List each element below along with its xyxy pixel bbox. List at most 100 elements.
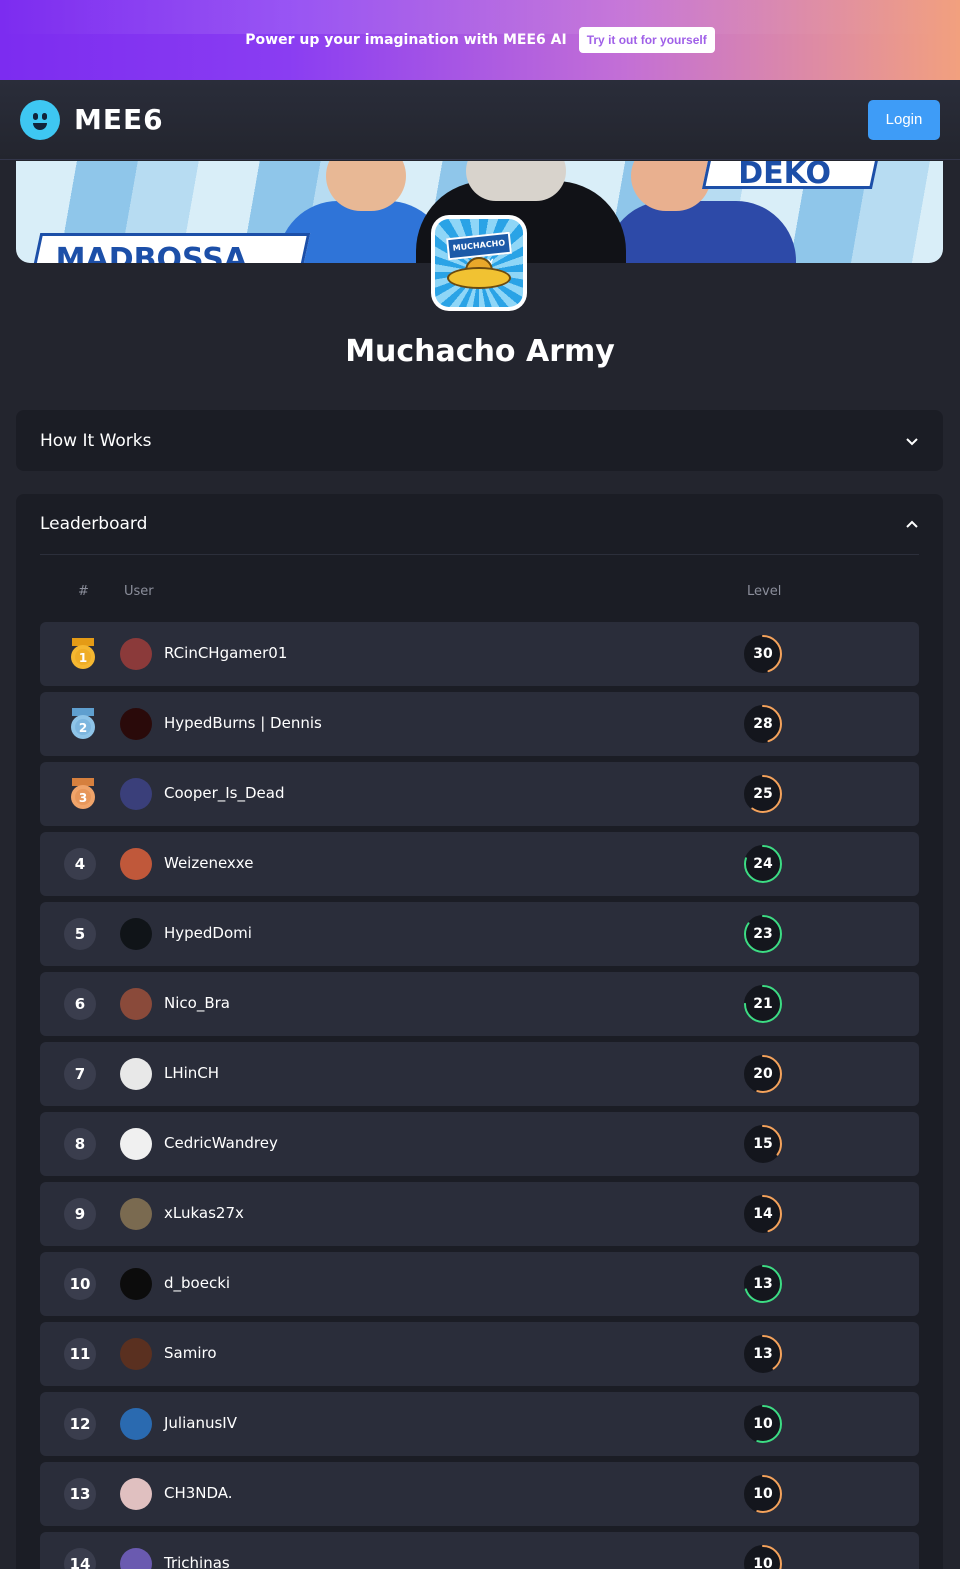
how-it-works-panel[interactable]: How It Works <box>16 410 943 471</box>
level-badge: 20 <box>743 1054 783 1094</box>
username[interactable]: JulianusIV <box>164 1414 237 1432</box>
username[interactable]: Nico_Bra <box>164 994 230 1012</box>
level-badge: 24 <box>743 844 783 884</box>
level-value: 21 <box>753 996 773 1012</box>
level-badge: 25 <box>743 774 783 814</box>
leaderboard-row[interactable]: 7 LHinCH 20 <box>40 1042 919 1106</box>
leaderboard-panel: Leaderboard # User Level 1 RCinCHgamer01 3… <box>16 494 943 1569</box>
rank-badge: 12 <box>64 1408 96 1440</box>
rank-badge: 8 <box>64 1128 96 1160</box>
level-value: 15 <box>753 1136 773 1152</box>
medal-rank: 2 <box>79 721 87 735</box>
rank-badge: 4 <box>64 848 96 880</box>
leaderboard-row[interactable]: 4 Weizenexxe 24 <box>40 832 919 896</box>
rank-badge: 11 <box>64 1338 96 1370</box>
server-icon-label: MUCHACHO ARMY <box>446 231 512 269</box>
login-button[interactable]: Login <box>868 99 940 140</box>
rank-badge: 10 <box>64 1268 96 1300</box>
leaderboard-row[interactable]: 1 RCinCHgamer01 30 <box>40 622 919 686</box>
leaderboard-row[interactable]: 14 Trichinas 10 <box>40 1532 919 1569</box>
leaderboard-row[interactable]: 8 CedricWandrey 15 <box>40 1112 919 1176</box>
username[interactable]: Samiro <box>164 1344 217 1362</box>
user-avatar[interactable] <box>120 778 152 810</box>
server-name: Muchacho Army <box>345 334 615 369</box>
leaderboard-row[interactable]: 12 JulianusIV 10 <box>40 1392 919 1456</box>
mee6-logo-icon <box>20 99 60 140</box>
try-it-button[interactable]: Try it out for yourself <box>578 27 715 53</box>
username[interactable]: Cooper_Is_Dead <box>164 784 284 802</box>
user-avatar[interactable] <box>120 1408 152 1440</box>
level-value: 24 <box>753 856 773 872</box>
level-badge: 21 <box>743 984 783 1024</box>
user-avatar[interactable] <box>120 1338 152 1370</box>
gold-medal-icon: 1 <box>69 638 97 670</box>
level-badge: 10 <box>743 1474 783 1514</box>
column-user: User <box>124 584 154 599</box>
user-avatar[interactable] <box>120 848 152 880</box>
level-value: 13 <box>753 1346 773 1362</box>
medal-rank: 3 <box>79 791 87 805</box>
leaderboard-row[interactable]: 3 Cooper_Is_Dead 25 <box>40 762 919 826</box>
rank-badge: 7 <box>64 1058 96 1090</box>
silver-medal-icon: 2 <box>69 708 97 740</box>
leaderboard-row[interactable]: 10 d_boecki 13 <box>40 1252 919 1316</box>
bronze-medal-icon: 3 <box>69 778 97 810</box>
user-avatar[interactable] <box>120 988 152 1020</box>
username[interactable]: d_boecki <box>164 1274 230 1292</box>
brand[interactable]: MEE6 <box>20 99 164 140</box>
leaderboard-row[interactable]: 6 Nico_Bra 21 <box>40 972 919 1036</box>
username[interactable]: CH3NDA. <box>164 1484 233 1502</box>
level-value: 23 <box>753 926 773 942</box>
username[interactable]: xLukas27x <box>164 1204 244 1222</box>
leaderboard-row[interactable]: 9 xLukas27x 14 <box>40 1182 919 1246</box>
user-avatar[interactable] <box>120 1058 152 1090</box>
level-badge: 10 <box>743 1544 783 1569</box>
leaderboard-row[interactable]: 2 HypedBurns | Dennis 28 <box>40 692 919 756</box>
level-value: 20 <box>753 1066 773 1082</box>
user-avatar[interactable] <box>120 1478 152 1510</box>
user-avatar[interactable] <box>120 638 152 670</box>
user-avatar[interactable] <box>120 1268 152 1300</box>
leaderboard-columns: # User Level <box>40 580 919 604</box>
user-avatar[interactable] <box>120 918 152 950</box>
how-it-works-title: How It Works <box>40 430 152 451</box>
user-avatar[interactable] <box>120 708 152 740</box>
leaderboard-row[interactable]: 13 CH3NDA. 10 <box>40 1462 919 1526</box>
rank-badge: 14 <box>64 1548 96 1569</box>
username[interactable]: LHinCH <box>164 1064 219 1082</box>
username[interactable]: Weizenexxe <box>164 854 253 872</box>
level-badge: 28 <box>743 704 783 744</box>
user-avatar[interactable] <box>120 1548 152 1569</box>
level-value: 10 <box>753 1416 773 1432</box>
rank-badge: 5 <box>64 918 96 950</box>
level-badge: 10 <box>743 1404 783 1444</box>
username[interactable]: Trichinas <box>164 1554 230 1569</box>
column-rank: # <box>78 584 89 599</box>
leaderboard-row[interactable]: 11 Samiro 13 <box>40 1322 919 1386</box>
username[interactable]: HypedBurns | Dennis <box>164 714 322 732</box>
user-avatar[interactable] <box>120 1128 152 1160</box>
site-header: MEE6 Login <box>0 80 960 160</box>
leaderboard-row[interactable]: 5 HypedDomi 23 <box>40 902 919 966</box>
username[interactable]: HypedDomi <box>164 924 252 942</box>
rank-badge: 6 <box>64 988 96 1020</box>
level-value: 30 <box>753 646 773 662</box>
level-value: 10 <box>753 1556 773 1569</box>
promo-banner: Power up your imagination with MEE6 AI T… <box>0 0 960 80</box>
promo-text: Power up your imagination with MEE6 AI <box>245 32 567 48</box>
server-icon: MUCHACHO ARMY <box>431 215 527 311</box>
level-badge: 15 <box>743 1124 783 1164</box>
level-value: 28 <box>753 716 773 732</box>
username[interactable]: RCinCHgamer01 <box>164 644 287 662</box>
level-badge: 23 <box>743 914 783 954</box>
medal-rank: 1 <box>79 651 87 665</box>
column-level: Level <box>747 584 782 599</box>
level-badge: 14 <box>743 1194 783 1234</box>
level-badge: 13 <box>743 1264 783 1304</box>
banner-plate-left: MADBOSSA <box>31 233 311 263</box>
user-avatar[interactable] <box>120 1198 152 1230</box>
level-value: 13 <box>753 1276 773 1292</box>
chevron-up-icon[interactable] <box>905 517 919 531</box>
username[interactable]: CedricWandrey <box>164 1134 278 1152</box>
chevron-down-icon[interactable] <box>905 434 919 448</box>
